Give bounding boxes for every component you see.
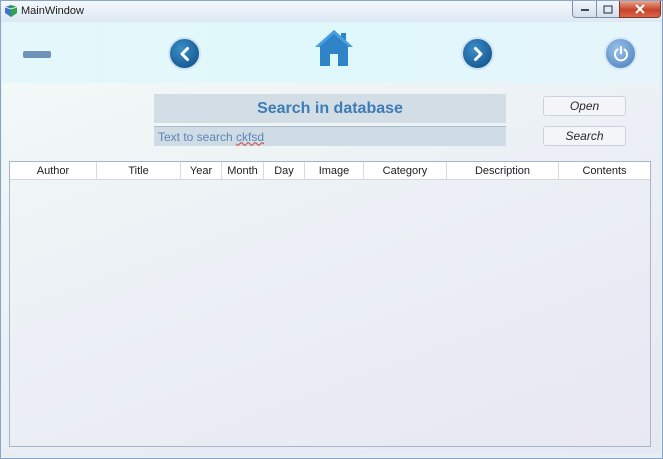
maximize-button[interactable] — [596, 1, 620, 18]
power-icon — [613, 45, 628, 61]
column-header-title[interactable]: Title — [97, 162, 181, 179]
column-header-category[interactable]: Category — [364, 162, 447, 179]
forward-arrow-icon — [473, 46, 482, 61]
column-header-year[interactable]: Year — [181, 162, 222, 179]
results-grid[interactable]: Author Title Year Month Day Image Catego… — [9, 161, 651, 447]
back-arrow-icon — [180, 46, 189, 61]
title-bar[interactable]: MainWindow — [1, 1, 662, 22]
client-area: Search in database Text to search ckfsd … — [2, 22, 660, 453]
column-header-description[interactable]: Description — [447, 162, 559, 179]
close-icon — [635, 4, 645, 14]
window-title: MainWindow — [21, 5, 84, 17]
menu-dash-icon[interactable] — [23, 51, 51, 58]
grid-header: Author Title Year Month Day Image Catego… — [10, 162, 650, 180]
minimize-button[interactable] — [572, 1, 597, 18]
forward-button[interactable] — [461, 37, 494, 70]
close-button[interactable] — [619, 1, 661, 18]
search-button[interactable]: Search — [543, 126, 626, 146]
power-button[interactable] — [604, 37, 637, 70]
search-input[interactable]: Text to search ckfsd — [154, 126, 506, 146]
search-input-prefix: Text to search — [158, 129, 237, 144]
toolbar — [2, 22, 660, 83]
column-header-day[interactable]: Day — [264, 162, 305, 179]
search-heading: Search in database — [154, 94, 506, 123]
back-button[interactable] — [168, 37, 201, 70]
maximize-icon — [603, 4, 613, 14]
column-header-month[interactable]: Month — [222, 162, 264, 179]
open-button[interactable]: Open — [543, 96, 626, 116]
app-icon — [4, 5, 18, 17]
search-input-value: ckfsd — [236, 129, 265, 144]
column-header-author[interactable]: Author — [10, 162, 97, 179]
home-icon[interactable] — [313, 28, 355, 68]
main-window: MainWindow Search in database Text to se… — [0, 0, 663, 459]
minimize-icon — [580, 9, 589, 11]
column-header-image[interactable]: Image — [305, 162, 364, 179]
column-header-contents[interactable]: Contents — [559, 162, 650, 179]
